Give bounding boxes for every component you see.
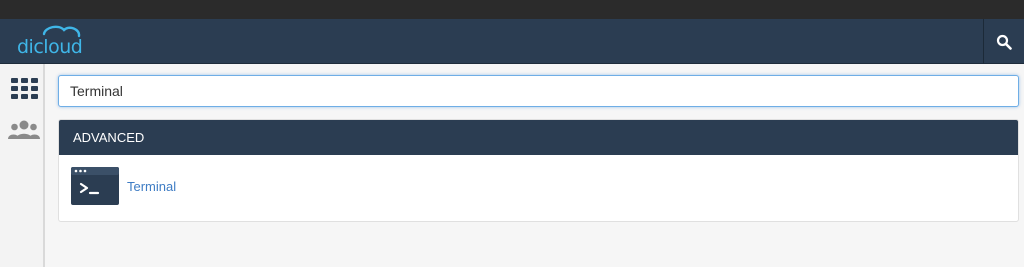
search-button[interactable] [984, 19, 1024, 64]
results-panel: ADVANCED Terminal [58, 119, 1019, 222]
section-title: ADVANCED [73, 130, 145, 145]
section-header-advanced: ADVANCED [59, 120, 1018, 155]
search-input[interactable] [58, 75, 1019, 107]
dicloud-logo[interactable]: dicloud [14, 23, 90, 59]
sidebar-item-users[interactable] [8, 116, 40, 144]
main-content: ADVANCED Terminal [45, 64, 1024, 267]
browser-top-strip [0, 0, 1024, 19]
quick-search [58, 75, 1019, 107]
terminal-icon [71, 167, 119, 205]
result-item-terminal[interactable]: Terminal [71, 167, 176, 205]
users-icon [8, 120, 40, 139]
sidebar [0, 64, 45, 267]
search-icon [996, 34, 1012, 50]
app-header: dicloud [0, 19, 1024, 64]
grid-icon [10, 77, 38, 99]
svg-text:dicloud: dicloud [17, 36, 82, 58]
sidebar-item-apps[interactable] [8, 74, 40, 102]
result-label[interactable]: Terminal [127, 179, 176, 194]
